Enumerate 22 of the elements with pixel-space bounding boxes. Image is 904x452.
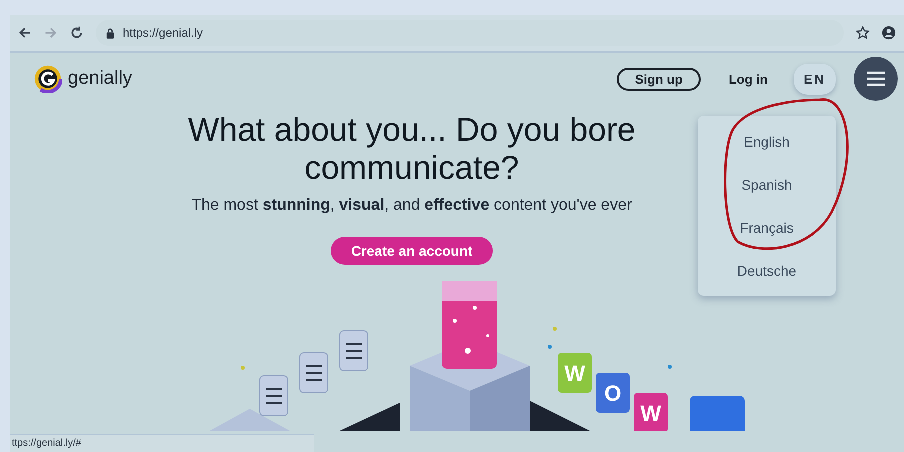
address-bar[interactable]: https://genial.ly (96, 20, 844, 46)
subtitle: The most stunning, visual, and effective content you've ever (192, 197, 632, 215)
star-icon[interactable] (856, 26, 870, 40)
reload-icon[interactable] (70, 26, 84, 40)
sign-up-button[interactable]: Sign up (617, 68, 701, 90)
headline: What about you... Do you bore communicate? (188, 111, 636, 187)
log-in-link[interactable]: Log in (728, 72, 768, 86)
menu-icon (866, 71, 886, 87)
language-option[interactable]: Spanish (742, 176, 792, 192)
language-option[interactable]: English (744, 134, 790, 150)
language-option[interactable]: Deutsche (737, 262, 797, 278)
lock-icon (106, 28, 115, 38)
logo-icon (34, 65, 62, 93)
language-button[interactable]: EN (794, 64, 836, 94)
language-option[interactable]: Français (740, 220, 794, 236)
status-url: ttps://genial.ly/# (10, 434, 314, 452)
back-icon[interactable] (18, 26, 32, 40)
isometric-illustration-drawing: W O W (10, 281, 904, 431)
brand-name: genially (68, 68, 132, 90)
account-icon[interactable] (882, 26, 896, 40)
menu-button[interactable] (854, 57, 898, 101)
create-account-button[interactable]: Create an account (331, 237, 493, 265)
